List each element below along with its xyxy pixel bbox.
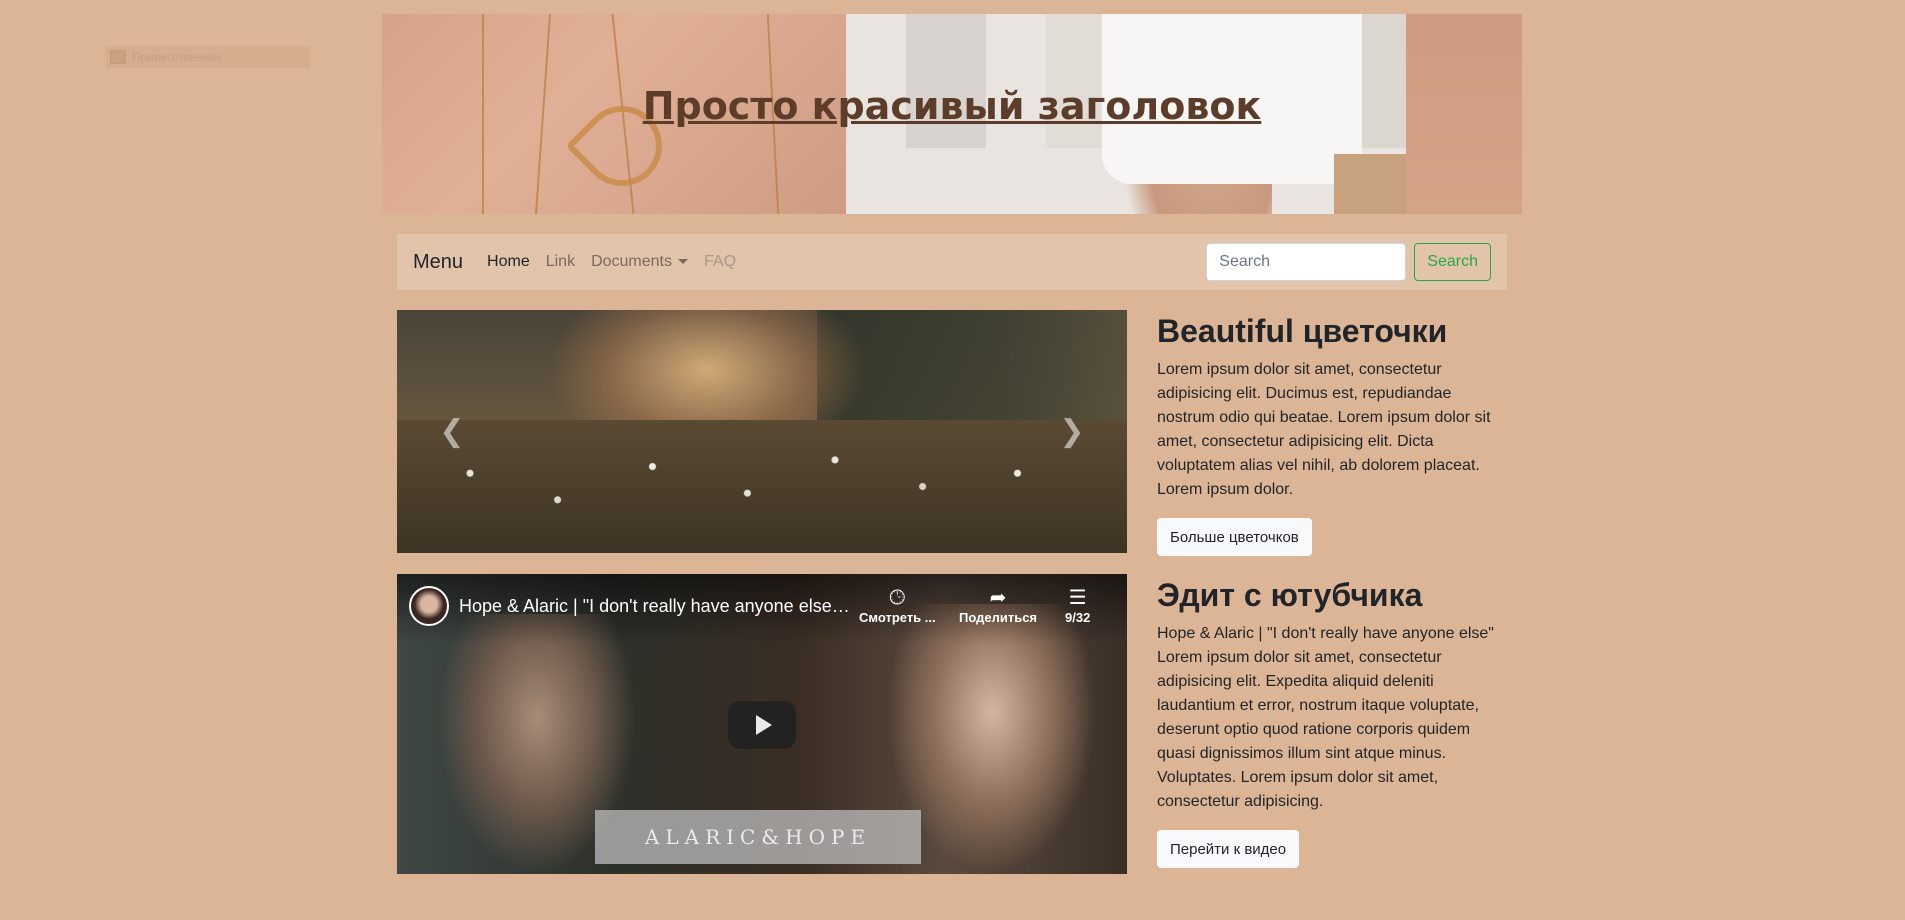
carousel-prev-button[interactable]: ❮: [397, 310, 507, 553]
playlist-icon: ☰: [1068, 587, 1087, 609]
video-title[interactable]: Hope & Alaric | "I don't really have any…: [459, 596, 851, 617]
navbar-brand[interactable]: Menu: [413, 251, 463, 274]
nav-link[interactable]: Link: [546, 253, 575, 271]
section-flowers-text: Lorem ipsum dolor sit amet, consectetur …: [1157, 361, 1491, 499]
play-icon: [756, 715, 772, 735]
share-label: Поделиться: [959, 610, 1038, 625]
search-input[interactable]: [1206, 243, 1407, 281]
youtube-embed[interactable]: Hope & Alaric | "I don't really have any…: [397, 574, 1127, 874]
section-flowers-heading: Beautiful цветочки: [1157, 313, 1448, 349]
section-video: Эдит с ютубчика Hope & Alaric | "I don't…: [1157, 576, 1502, 869]
page-title[interactable]: Просто красивый заголовок: [382, 84, 1522, 128]
section-video-heading: Эдит с ютубчика: [1157, 577, 1423, 613]
image-carousel: ❮ ❯: [397, 310, 1127, 553]
chevron-right-icon: ❯: [1059, 415, 1085, 448]
nav-documents-label: Documents: [591, 253, 672, 270]
nav-home[interactable]: Home: [487, 253, 530, 271]
caret-down-icon: [678, 259, 688, 265]
channel-avatar[interactable]: [409, 586, 449, 626]
watch-later-button[interactable]: 🕒︎ Смотреть ...: [859, 586, 936, 625]
section-flowers: Beautiful цветочки Lorem ipsum dolor sit…: [1157, 312, 1502, 557]
play-button[interactable]: [728, 701, 796, 749]
chevron-left-icon: ❮: [439, 415, 465, 448]
video-caption-box: ALARIC&HOPE: [595, 810, 921, 864]
header-banner: Просто красивый заголовок: [382, 14, 1522, 214]
share-icon: ➦: [989, 587, 1007, 609]
share-button[interactable]: ➦ Поделиться: [959, 586, 1037, 625]
video-caption: ALARIC&HOPE: [644, 825, 872, 849]
carousel-next-button[interactable]: ❯: [1017, 310, 1127, 553]
playlist-button[interactable]: ☰ 9/32: [1065, 586, 1090, 625]
search-button[interactable]: Search: [1414, 243, 1491, 281]
navbar: Menu Home Link Documents FAQ Search: [397, 234, 1507, 290]
nav-documents-dropdown[interactable]: Documents: [591, 253, 688, 271]
playlist-count: 9/32: [1065, 610, 1091, 625]
broken-image-icon: [110, 50, 126, 64]
nav-faq: FAQ: [704, 253, 737, 270]
clock-icon: 🕒︎: [889, 587, 906, 609]
section-video-text: Hope & Alaric | "I don't really have any…: [1157, 625, 1494, 811]
go-to-video-button[interactable]: Перейти к видео: [1157, 830, 1300, 869]
broken-image-alt: Приветственник: [132, 50, 222, 64]
broken-image-placeholder: Приветственник: [106, 46, 310, 68]
watch-later-label: Смотреть ...: [859, 610, 936, 625]
more-flowers-button[interactable]: Больше цветочков: [1157, 518, 1312, 557]
